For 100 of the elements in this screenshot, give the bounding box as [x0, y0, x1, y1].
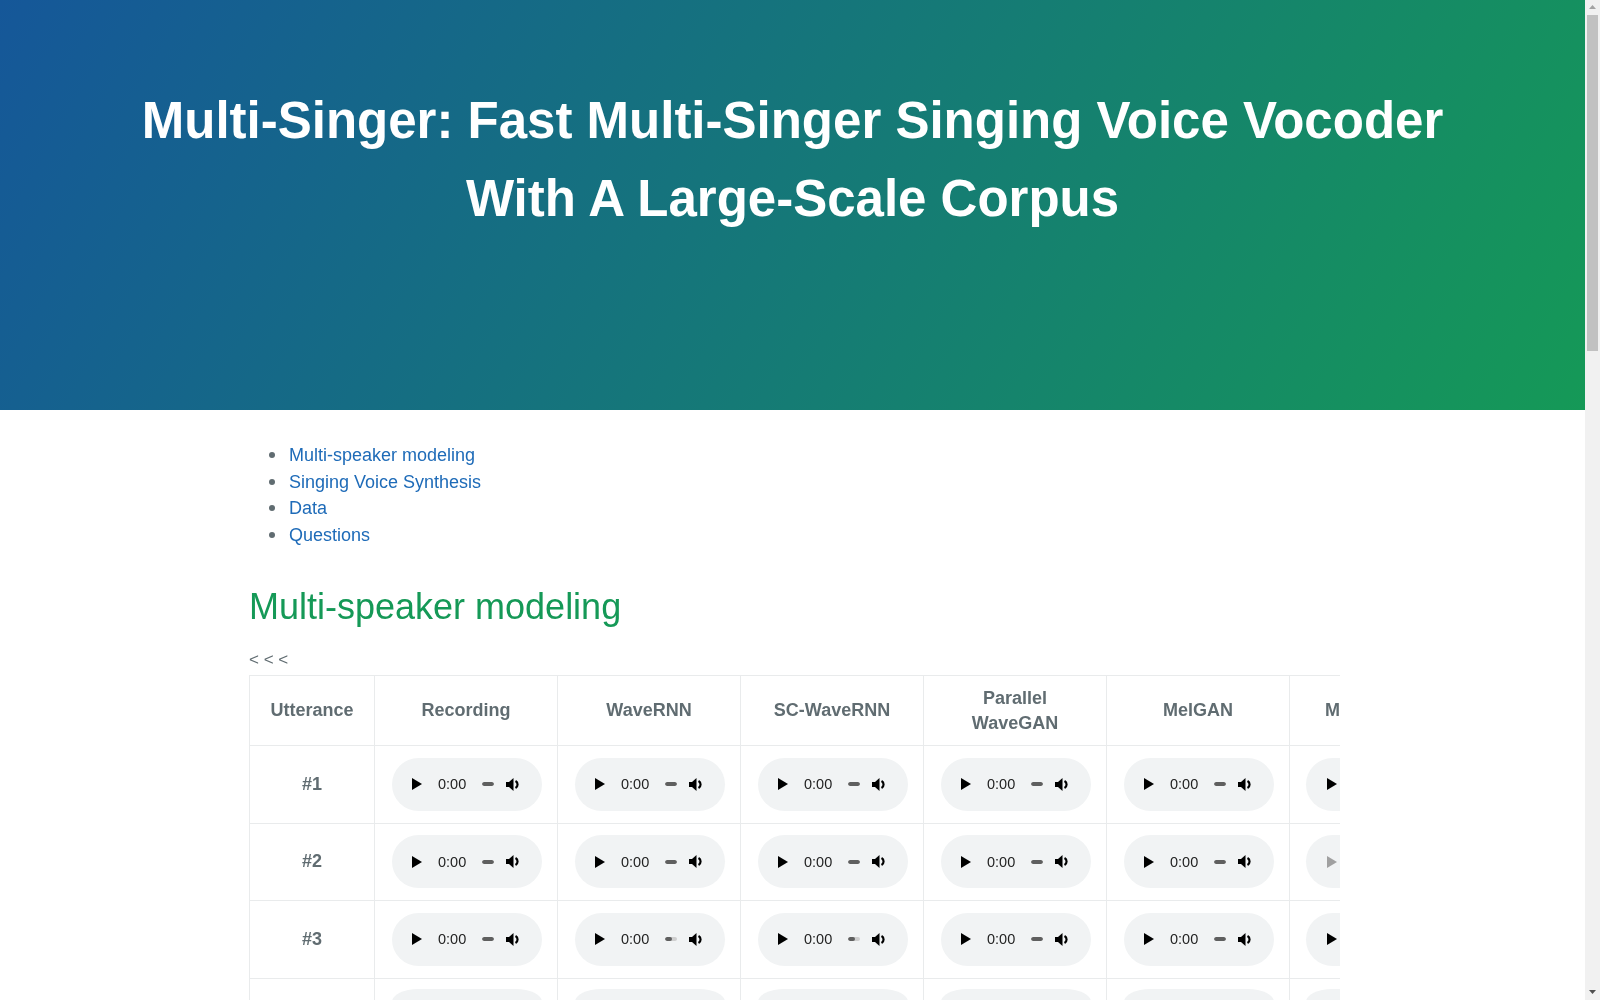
play-icon[interactable] — [412, 855, 422, 868]
seek-slider[interactable] — [482, 859, 495, 864]
toc-link[interactable]: Questions — [289, 522, 371, 547]
audio-player[interactable]: 0:00 — [1124, 912, 1274, 966]
section-heading: Multi-speaker modeling — [249, 585, 622, 629]
play-icon[interactable] — [778, 855, 788, 868]
volume-icon[interactable] — [506, 776, 522, 792]
audio-player[interactable]: 0:00 — [1124, 835, 1274, 889]
audio-player[interactable]: 0:00 — [1124, 757, 1274, 811]
audio-player[interactable]: 0:00 — [941, 757, 1091, 811]
playback-time: 0:00 — [438, 930, 467, 949]
playback-time: 0:00 — [1170, 852, 1199, 871]
playback-time: 0:00 — [1170, 775, 1199, 794]
playback-time: 0:00 — [1170, 930, 1199, 949]
seek-slider[interactable] — [482, 937, 495, 942]
audio-player[interactable]: 0:00 — [575, 835, 725, 889]
seek-slider[interactable] — [665, 782, 678, 787]
playback-time: 0:00 — [804, 775, 833, 794]
audio-player[interactable]: 0:00 — [758, 757, 908, 811]
play-icon[interactable] — [1144, 778, 1154, 791]
seek-slider[interactable] — [1214, 937, 1227, 942]
play-icon[interactable] — [1327, 778, 1337, 791]
volume-icon[interactable] — [1238, 931, 1254, 947]
volume-icon[interactable] — [872, 854, 888, 870]
volume-icon[interactable] — [1055, 854, 1071, 870]
audio-player[interactable]: 0:00 — [758, 835, 908, 889]
seek-slider[interactable] — [482, 782, 495, 787]
volume-icon[interactable] — [689, 776, 705, 792]
row-header: #3 — [249, 901, 375, 979]
audio-player[interactable] — [1306, 757, 1340, 811]
volume-icon[interactable] — [1055, 931, 1071, 947]
bullet-icon — [269, 452, 275, 459]
volume-icon[interactable] — [872, 931, 888, 947]
playback-time: 0:00 — [804, 930, 833, 949]
playback-time: 0:00 — [987, 930, 1016, 949]
audio-player[interactable]: 0:00 — [941, 835, 1091, 889]
volume-icon[interactable] — [872, 776, 888, 792]
row-header: #2 — [249, 823, 375, 901]
playback-time: 0:00 — [438, 775, 467, 794]
audio-player[interactable]: 0:00 — [758, 912, 908, 966]
playback-time: 0:00 — [621, 852, 650, 871]
scrollbar[interactable] — [1585, 0, 1600, 1000]
toc-link[interactable]: Multi-speaker modeling — [289, 443, 476, 468]
play-icon[interactable] — [778, 778, 788, 791]
volume-icon[interactable] — [506, 931, 522, 947]
scrollbar-thumb[interactable] — [1587, 15, 1598, 351]
volume-icon[interactable] — [506, 854, 522, 870]
audio-player[interactable] — [1306, 912, 1340, 966]
playback-time: 0:00 — [804, 852, 833, 871]
play-icon[interactable] — [412, 778, 422, 791]
audio-player[interactable]: 0:00 — [575, 757, 725, 811]
column-header: SC-WaveRNN — [741, 676, 924, 746]
audio-player[interactable]: 0:00 — [941, 912, 1091, 966]
play-icon[interactable] — [961, 855, 971, 868]
bullet-icon — [269, 478, 275, 485]
page-navigation: < < < — [249, 650, 289, 670]
seek-slider[interactable] — [665, 859, 678, 864]
toc-link[interactable]: Data — [289, 496, 328, 521]
play-icon[interactable] — [1144, 933, 1154, 946]
bullet-icon — [269, 531, 275, 538]
page-title: Multi-Singer: Fast Multi-Singer Singing Voice Vocoder With A Large-Scale Corpus — [140, 91, 1445, 229]
seek-slider[interactable] — [848, 859, 861, 864]
audio-player[interactable]: 0:00 — [392, 912, 542, 966]
seek-slider[interactable] — [848, 937, 861, 942]
arrow-down-icon[interactable] — [1589, 990, 1596, 994]
column-header: M — [1325, 699, 1340, 722]
play-icon[interactable] — [1327, 933, 1337, 946]
audio-player[interactable]: 0:00 — [392, 757, 542, 811]
play-icon[interactable] — [1144, 855, 1154, 868]
playback-time: 0:00 — [621, 775, 650, 794]
seek-slider[interactable] — [1031, 782, 1044, 787]
seek-slider[interactable] — [665, 937, 678, 942]
play-icon[interactable] — [595, 933, 605, 946]
play-icon[interactable] — [595, 855, 605, 868]
volume-icon[interactable] — [689, 931, 705, 947]
bullet-icon — [269, 505, 275, 512]
column-header: Parallel WaveGAN — [924, 676, 1107, 746]
audio-player[interactable]: 0:00 — [575, 912, 725, 966]
audio-player[interactable]: 0:00 — [392, 835, 542, 889]
play-icon[interactable] — [595, 778, 605, 791]
volume-icon[interactable] — [1238, 854, 1254, 870]
seek-slider[interactable] — [1214, 859, 1227, 864]
column-header: MelGAN — [1107, 676, 1290, 746]
play-icon[interactable] — [412, 933, 422, 946]
column-header: Recording — [375, 676, 558, 746]
volume-icon[interactable] — [1055, 776, 1071, 792]
column-header: WaveRNN — [558, 676, 741, 746]
playback-time: 0:00 — [987, 775, 1016, 794]
column-header: Utterance — [249, 676, 375, 746]
toc-link[interactable]: Singing Voice Synthesis — [289, 469, 482, 494]
play-icon[interactable] — [961, 933, 971, 946]
row-header: #1 — [249, 746, 375, 824]
volume-icon[interactable] — [689, 854, 705, 870]
seek-slider[interactable] — [1031, 937, 1044, 942]
play-icon[interactable] — [778, 933, 788, 946]
play-icon[interactable] — [961, 778, 971, 791]
seek-slider[interactable] — [848, 782, 861, 787]
volume-icon[interactable] — [1238, 776, 1254, 792]
seek-slider[interactable] — [1214, 782, 1227, 787]
seek-slider[interactable] — [1031, 859, 1044, 864]
